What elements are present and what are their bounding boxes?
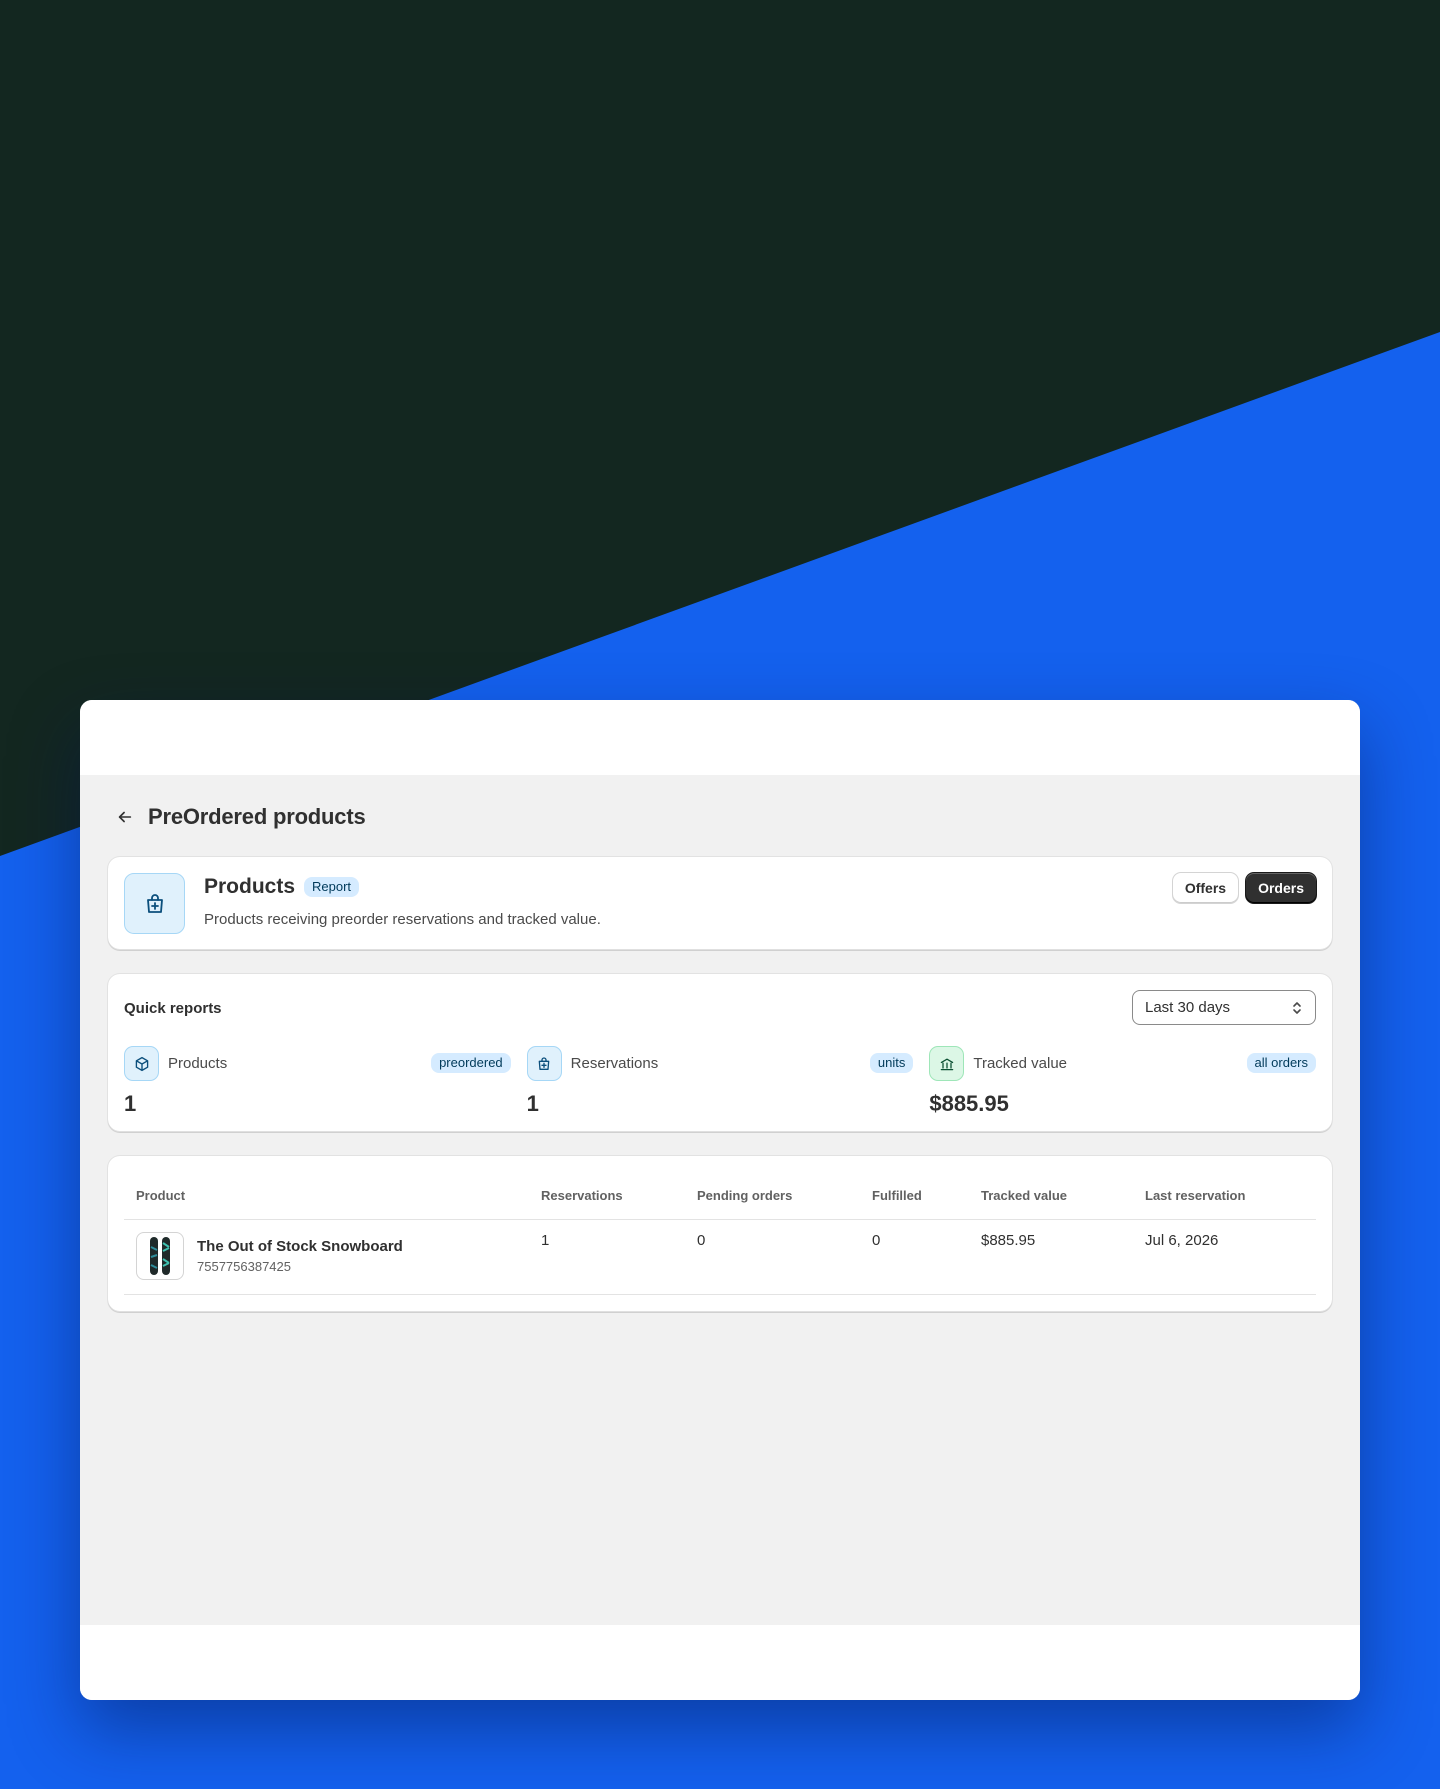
column-header-product[interactable]: Product	[124, 1172, 529, 1220]
column-header-reservations[interactable]: Reservations	[529, 1172, 685, 1220]
page-header: PreOrdered products	[108, 775, 1332, 857]
metric-badge: all orders	[1246, 1053, 1317, 1073]
page-title: PreOrdered products	[148, 804, 366, 829]
finance-icon	[929, 1046, 965, 1081]
quick-reports-card: Quick reports Last 30 days Products preo…	[108, 974, 1332, 1132]
date-range-select[interactable]: Last 30 days	[1132, 990, 1316, 1025]
metric-value: 1	[526, 1091, 539, 1116]
cell-pending-orders: 0	[685, 1219, 860, 1295]
metric-value: 1	[124, 1091, 137, 1116]
metric-badge: preordered	[431, 1053, 511, 1073]
arrow-left-icon	[118, 811, 132, 823]
report-hero-card: Products Report Products receiving preor…	[108, 857, 1332, 950]
window-bottom-bar	[80, 1625, 1360, 1700]
page-content: PreOrdered products Products Report Prod…	[108, 775, 1332, 1312]
metric-products[interactable]: Products preordered 1	[124, 1046, 511, 1118]
window-top-bar	[80, 700, 1360, 775]
app-window: PreOrdered products Products Report Prod…	[80, 700, 1360, 1700]
hero-title: Products	[204, 875, 296, 898]
snowboard-icon	[150, 1236, 170, 1275]
product-thumbnail	[136, 1231, 184, 1280]
hero-title-row: Products Report	[204, 875, 360, 899]
table-row[interactable]: The Out of Stock Snowboard 7557756387425…	[124, 1219, 1316, 1295]
orders-button[interactable]: Orders	[1246, 873, 1316, 903]
metric-reservations[interactable]: Reservations units 1	[526, 1046, 914, 1118]
cell-fulfilled: 0	[860, 1219, 969, 1295]
metric-label: Reservations	[570, 1055, 659, 1072]
metric-label: Tracked value	[973, 1055, 1067, 1072]
column-header-pending-orders[interactable]: Pending orders	[685, 1172, 860, 1220]
metrics-row: Products preordered 1 Reservations units…	[124, 1046, 1317, 1118]
hero-actions: Offers Orders	[1172, 873, 1316, 903]
select-chevrons-icon	[1293, 1001, 1301, 1014]
metric-tracked-value[interactable]: Tracked value all orders $885.95	[929, 1046, 1317, 1118]
date-range-value: Last 30 days	[1145, 999, 1231, 1016]
quick-reports-title: Quick reports	[124, 1000, 222, 1017]
bag-plus-icon	[526, 1046, 562, 1081]
offers-button[interactable]: Offers	[1172, 873, 1239, 903]
products-table-card: Product Reservations Pending orders Fulf…	[108, 1156, 1332, 1312]
metric-value: $885.95	[929, 1091, 1009, 1116]
table-header-row: Product Reservations Pending orders Fulf…	[124, 1172, 1316, 1220]
column-header-fulfilled[interactable]: Fulfilled	[860, 1172, 969, 1220]
metric-label: Products	[168, 1055, 228, 1072]
column-header-last-reservation[interactable]: Last reservation	[1133, 1172, 1316, 1220]
column-header-tracked-value[interactable]: Tracked value	[969, 1172, 1133, 1220]
bag-plus-icon	[124, 873, 185, 934]
package-icon	[124, 1046, 159, 1081]
cell-tracked-value: $885.95	[969, 1219, 1133, 1295]
cell-last-reservation: Jul 6, 2026	[1133, 1219, 1316, 1295]
hero-description: Products receiving preorder reservations…	[204, 911, 601, 928]
products-table: Product Reservations Pending orders Fulf…	[124, 1172, 1316, 1295]
back-button[interactable]	[112, 804, 138, 830]
product-id: 7557756387425	[197, 1258, 291, 1274]
cell-reservations: 1	[529, 1219, 685, 1295]
product-name[interactable]: The Out of Stock Snowboard	[197, 1238, 403, 1255]
metric-badge: units	[869, 1053, 914, 1073]
report-badge: Report	[304, 877, 360, 897]
product-cell[interactable]: The Out of Stock Snowboard 7557756387425	[136, 1231, 517, 1280]
